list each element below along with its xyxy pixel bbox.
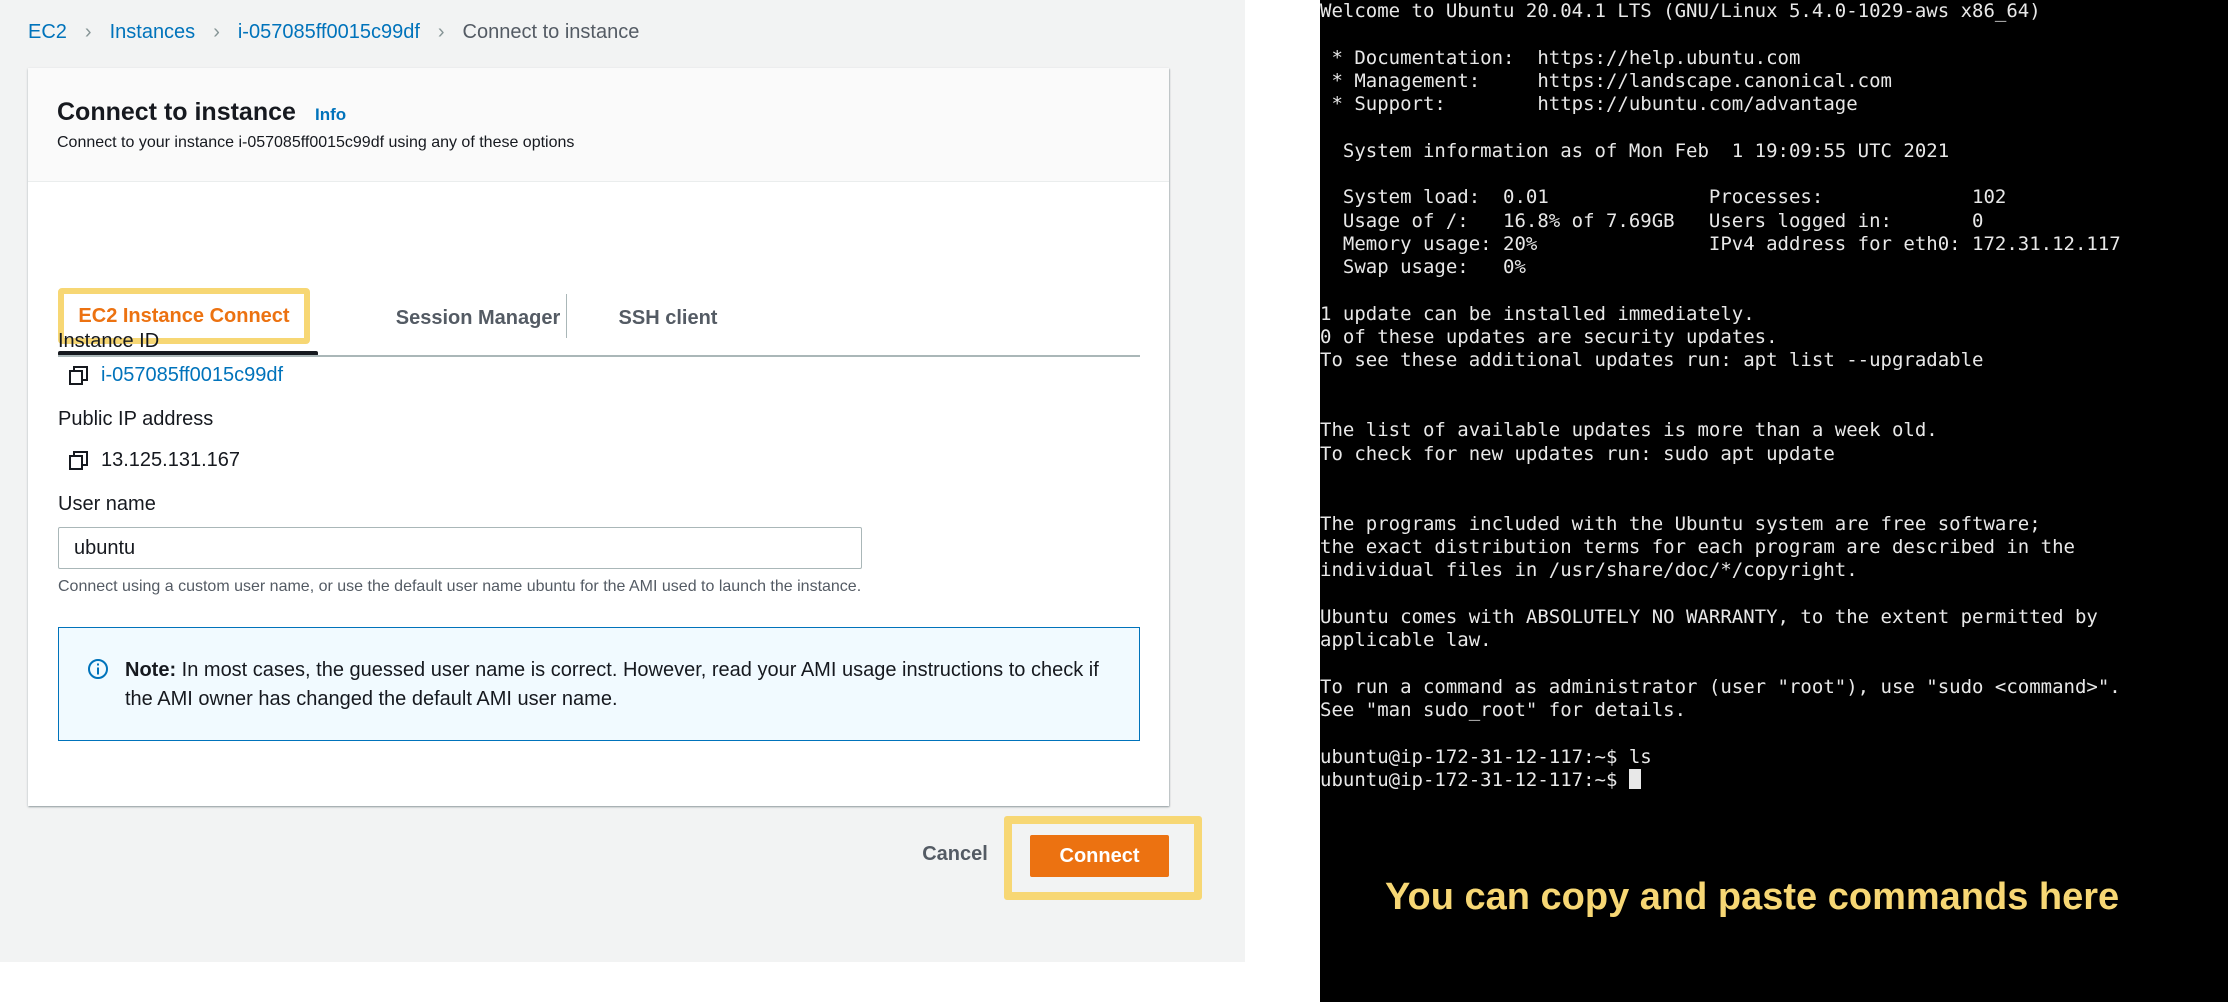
public-ip-value: 13.125.131.167 <box>101 449 241 471</box>
chevron-right-icon: › <box>437 20 445 43</box>
tabs-baseline <box>58 355 1140 357</box>
terminal-line: applicable law. <box>1320 629 1492 652</box>
terminal-line: * Support: https://ubuntu.com/advantage <box>1320 93 1858 116</box>
terminal-line: To see these additional updates run: apt… <box>1320 349 1984 372</box>
note-alert: Note: In most cases, the guessed user na… <box>58 627 1140 741</box>
instance-id-label: Instance ID <box>58 330 160 352</box>
breadcrumb: EC2 › Instances › i-057085ff0015c99df › … <box>28 20 639 44</box>
connection-method-tabs: EC2 Instance Connect Session Manager SSH… <box>58 218 1140 357</box>
chevron-right-icon: › <box>84 20 92 43</box>
cancel-button[interactable]: Cancel <box>900 832 1010 876</box>
terminal-cursor <box>1628 768 1641 789</box>
terminal-line: * Documentation: https://help.ubuntu.com <box>1320 46 1801 69</box>
terminal-prompt: ubuntu@ip-172-31-12-117:~$ <box>1320 768 1629 791</box>
page-title: Connect to instance <box>57 98 296 126</box>
terminal-line: The list of available updates is more th… <box>1320 419 1938 442</box>
breadcrumb-ec2[interactable]: EC2 <box>28 21 67 44</box>
terminal-line: System information as of Mon Feb 1 19:09… <box>1320 139 1950 162</box>
tab-ssh-client[interactable]: SSH client <box>578 294 758 342</box>
terminal-line: The programs included with the Ubuntu sy… <box>1320 512 2041 535</box>
connect-button[interactable]: Connect <box>1030 835 1169 877</box>
terminal-line: individual files in /usr/share/doc/*/cop… <box>1320 559 1858 582</box>
note-body: In most cases, the guessed user name is … <box>125 659 1099 710</box>
terminal-line: To check for new updates run: sudo apt u… <box>1320 442 1835 465</box>
tab-divider <box>566 294 567 338</box>
terminal-line: * Management: https://landscape.canonica… <box>1320 69 1892 92</box>
note-bold-label: Note: <box>125 659 177 681</box>
terminal-prompt-line[interactable]: ubuntu@ip-172-31-12-117:~$ <box>1320 768 2228 792</box>
info-link[interactable]: Info <box>315 105 346 125</box>
terminal-line: 0 of these updates are security updates. <box>1320 326 1778 349</box>
terminal-line: Memory usage: 20% IPv4 address for eth0:… <box>1320 232 2121 255</box>
card-header: Connect to instance Info Connect to your… <box>28 68 1169 182</box>
terminal-line: the exact distribution terms for each pr… <box>1320 535 2075 558</box>
terminal-line: ubuntu@ip-172-31-12-117:~$ ls <box>1320 745 1652 768</box>
terminal-line: System load: 0.01 Processes: 102 <box>1320 186 2007 209</box>
breadcrumb-instance-id[interactable]: i-057085ff0015c99df <box>238 21 420 44</box>
card-description: Connect to your instance i-057085ff0015c… <box>57 134 575 151</box>
terminal-line: See "man sudo_root" for details. <box>1320 698 1687 721</box>
tab-session-manager[interactable]: Session Manager <box>358 294 598 342</box>
terminal-line: Ubuntu comes with ABSOLUTELY NO WARRANTY… <box>1320 605 2098 628</box>
copy-icon[interactable] <box>68 450 90 472</box>
terminal-caption: You can copy and paste commands here <box>1385 876 2120 918</box>
public-ip-label: Public IP address <box>58 408 214 430</box>
connect-card: Connect to instance Info Connect to your… <box>28 68 1169 806</box>
breadcrumb-instances[interactable]: Instances <box>110 21 196 44</box>
terminal-window[interactable]: Welcome to Ubuntu 20.04.1 LTS (GNU/Linux… <box>1320 0 2228 1002</box>
copy-icon[interactable] <box>68 365 90 387</box>
info-circle-icon <box>88 659 108 679</box>
terminal-line: 1 update can be installed immediately. <box>1320 302 1755 325</box>
terminal-line: To run a command as administrator (user … <box>1320 675 2121 698</box>
username-label: User name <box>58 493 156 515</box>
terminal-line: Usage of /: 16.8% of 7.69GB Users logged… <box>1320 209 1984 232</box>
terminal-output: Welcome to Ubuntu 20.04.1 LTS (GNU/Linux… <box>1320 0 2228 792</box>
terminal-line: Swap usage: 0% <box>1320 256 1526 279</box>
terminal-line: Welcome to Ubuntu 20.04.1 LTS (GNU/Linux… <box>1320 0 2041 22</box>
console-panel: EC2 › Instances › i-057085ff0015c99df › … <box>0 0 1245 962</box>
instance-id-value[interactable]: i-057085ff0015c99df <box>101 364 283 387</box>
username-input[interactable] <box>58 527 862 569</box>
username-hint: Connect using a custom user name, or use… <box>58 578 862 595</box>
note-text: Note: In most cases, the guessed user na… <box>125 656 1115 714</box>
chevron-right-icon: › <box>213 20 220 43</box>
breadcrumb-current: Connect to instance <box>462 20 640 43</box>
